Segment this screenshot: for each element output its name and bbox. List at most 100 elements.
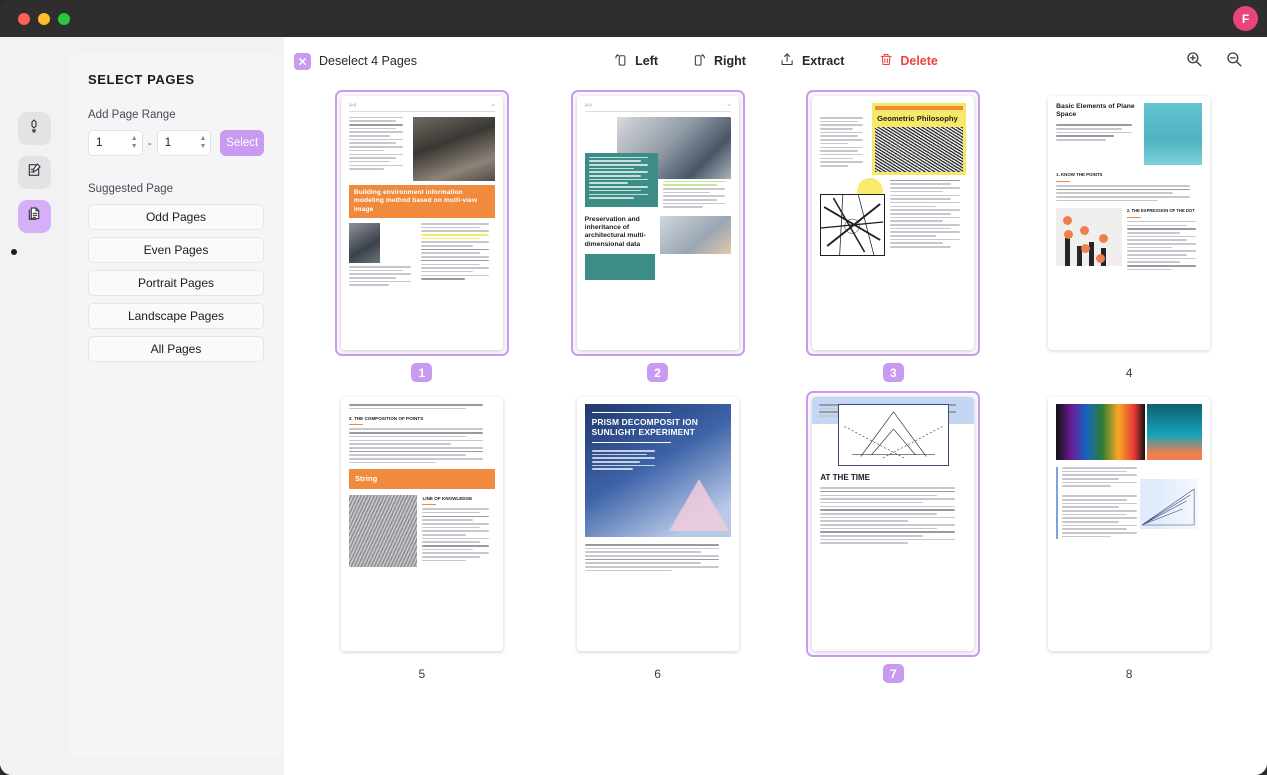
trash-icon (878, 52, 893, 70)
page8-image-row (1056, 404, 1202, 460)
all-pages-button[interactable]: All Pages (88, 336, 264, 362)
page-thumbnail-2[interactable]: 第2页 13 (571, 90, 745, 382)
page3-moire-image (875, 127, 963, 172)
range-from-stepper[interactable]: ▲ ▼ (131, 136, 138, 150)
rotate-left-button[interactable]: Left (613, 52, 658, 70)
page3-bottom-row (820, 180, 966, 256)
annotate-tool-button[interactable] (18, 156, 51, 189)
page5-bottom-row: LINE OF KNOWLEDGE (349, 495, 495, 567)
active-tool-indicator (11, 249, 17, 255)
page8-body-row (1056, 467, 1202, 539)
page6-body-text (585, 544, 731, 571)
page-header-left: 第2页 (585, 103, 593, 108)
page1-top-row (349, 117, 495, 181)
page-preview-1: 第1页 12 Building environment information … (341, 96, 503, 350)
page4-top-row: Basic Elements of Plane Space (1056, 103, 1202, 165)
portrait-pages-button[interactable]: Portrait Pages (88, 270, 264, 296)
page-number-6: 6 (647, 664, 668, 683)
rotate-right-button[interactable]: Right (692, 52, 746, 70)
page-thumbnail-8[interactable]: 8 (1042, 391, 1216, 683)
extract-button[interactable]: Extract (780, 52, 844, 70)
page5-section1-text (349, 428, 495, 463)
page-frame-5[interactable]: 3. THE COMPOSITION OF POINTS String LINE… (335, 391, 509, 657)
stepper-down-icon[interactable]: ▼ (199, 144, 206, 150)
range-from-input[interactable]: 1 ▲ ▼ (88, 130, 143, 156)
note-edit-icon (26, 162, 42, 183)
page-preview-4: Basic Elements of Plane Space 1. KNOW TH… (1048, 96, 1210, 350)
page-frame-2[interactable]: 第2页 13 (571, 90, 745, 356)
page-thumbnail-5[interactable]: 3. THE COMPOSITION OF POINTS String LINE… (335, 391, 509, 683)
even-pages-button[interactable]: Even Pages (88, 237, 264, 263)
page5-rule (349, 424, 363, 425)
rotate-right-label: Right (714, 54, 746, 68)
page-header-right: 13 (727, 103, 730, 108)
range-separator: - (148, 136, 152, 150)
page-number-2: 2 (647, 363, 668, 382)
page-frame-1[interactable]: 第1页 12 Building environment information … (335, 90, 509, 356)
page3-title: Geometric Philosophy (875, 110, 963, 127)
page-frame-3[interactable]: Geometric Philosophy (806, 90, 980, 356)
page5-rule-2 (422, 504, 436, 505)
organize-pages-tool-button[interactable] (18, 200, 51, 233)
rotate-right-icon (692, 52, 707, 70)
page-frame-4[interactable]: Basic Elements of Plane Space 1. KNOW TH… (1042, 90, 1216, 356)
page-frame-8[interactable] (1042, 391, 1216, 657)
range-to-input[interactable]: 1 ▲ ▼ (157, 130, 212, 156)
page4-section-1: 1. KNOW THE POINTS (1056, 172, 1202, 201)
page-range-label: Add Page Range (88, 109, 264, 121)
page7-heading-row: AT THE TIME (820, 472, 966, 484)
page-number-8: 8 (1119, 664, 1140, 683)
page8-ray-diagram (1140, 479, 1198, 529)
page7-content: AT THE TIME (812, 404, 974, 544)
range-from-value: 1 (96, 137, 131, 149)
page-thumbnail-4[interactable]: Basic Elements of Plane Space 1. KNOW TH… (1042, 90, 1216, 382)
page5-section1-heading: 3. THE COMPOSITION OF POINTS (349, 415, 495, 422)
toolbar-actions: Left Right (613, 52, 938, 70)
page1-left-col (349, 223, 416, 288)
app-body: SELECT PAGES Add Page Range 1 ▲ ▼ - 1 ▲ … (0, 37, 1267, 775)
zoom-in-icon[interactable] (1185, 50, 1203, 73)
page-thumbnail-1[interactable]: 第1页 12 Building environment information … (335, 90, 509, 382)
page-thumbnail-3[interactable]: Geometric Philosophy (806, 90, 980, 382)
avatar[interactable]: F (1233, 6, 1258, 31)
stepper-up-icon[interactable]: ▲ (199, 136, 206, 142)
page-number-3: 3 (883, 363, 904, 382)
deselect-label: Deselect 4 Pages (319, 54, 417, 68)
page-thumbnail-6[interactable]: PRISM DECOMPOSIT ION SUNLIGHT EXPERIMENT (571, 391, 745, 683)
page2-left-col: Preservation and inheritance of architec… (585, 216, 655, 280)
page4-section1-heading: 1. KNOW THE POINTS (1056, 172, 1202, 179)
minimize-window-button[interactable] (38, 13, 50, 25)
maximize-window-button[interactable] (58, 13, 70, 25)
page3-body-text (890, 180, 967, 256)
page1-photo-construction (413, 117, 495, 181)
stepper-down-icon[interactable]: ▼ (131, 144, 138, 150)
page7-body-text (820, 487, 966, 544)
highlighter-tool-button[interactable] (18, 112, 51, 145)
page-frame-6[interactable]: PRISM DECOMPOSIT ION SUNLIGHT EXPERIMENT (571, 391, 745, 657)
page2-teal-callout (585, 153, 658, 207)
stepper-up-icon[interactable]: ▲ (131, 136, 138, 142)
zoom-controls (1185, 50, 1243, 73)
page1-bottom-row (349, 223, 495, 288)
page-thumbnail-7[interactable]: AT THE TIME 7 (806, 391, 980, 683)
page2-photo-blueprint (660, 216, 731, 254)
page1-title-banner: Building environment information modelin… (349, 185, 495, 218)
page8-body-text (1062, 467, 1144, 539)
delete-button[interactable]: Delete (878, 52, 938, 70)
page1-body-text (421, 223, 495, 288)
page2-title: Preservation and inheritance of architec… (585, 216, 655, 249)
deselect-pages-button[interactable]: Deselect 4 Pages (294, 53, 417, 70)
landscape-pages-button[interactable]: Landscape Pages (88, 303, 264, 329)
page3-yellow-card: Geometric Philosophy (872, 103, 966, 175)
page-preview-5: 3. THE COMPOSITION OF POINTS String LINE… (341, 397, 503, 651)
page-range-row: 1 ▲ ▼ - 1 ▲ ▼ Select (88, 130, 264, 156)
close-window-button[interactable] (18, 13, 30, 25)
zoom-out-icon[interactable] (1225, 50, 1243, 73)
select-range-button[interactable]: Select (220, 130, 264, 156)
odd-pages-button[interactable]: Odd Pages (88, 204, 264, 230)
page-frame-7[interactable]: AT THE TIME (806, 391, 980, 657)
range-to-stepper[interactable]: ▲ ▼ (199, 136, 206, 150)
page4-bottom-row: 2. THE EXPRESSION OF THE DOT (1056, 208, 1202, 272)
page-header-right: 12 (492, 103, 495, 108)
app-window: F (0, 0, 1267, 775)
